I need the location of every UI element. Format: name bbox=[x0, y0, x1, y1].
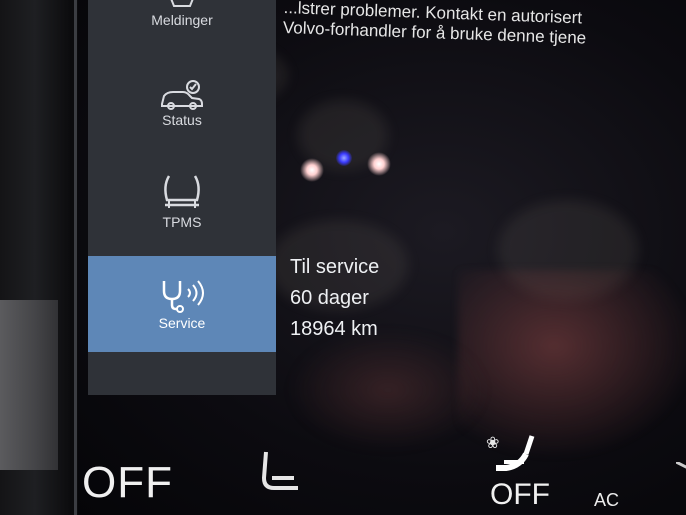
sidebar-item-tpms[interactable]: TPMS bbox=[88, 172, 276, 242]
ac-button[interactable]: AC bbox=[594, 490, 619, 511]
svg-text:❀: ❀ bbox=[486, 433, 499, 452]
messages-icon bbox=[162, 0, 202, 10]
service-distance: 18964 km bbox=[290, 318, 378, 340]
tire-pressure-icon bbox=[159, 172, 205, 212]
hand-reflection bbox=[288, 330, 488, 450]
light-reflection bbox=[336, 150, 352, 166]
sidebar-item-label: Meldinger bbox=[151, 12, 213, 28]
service-wrench-icon bbox=[156, 277, 208, 313]
light-reflection bbox=[300, 158, 324, 182]
bezel-reflection bbox=[0, 300, 58, 470]
infotainment-screen: Meldinger Status TPMS Service ...lstrer … bbox=[78, 0, 686, 515]
sidebar-item-status[interactable]: Status bbox=[88, 80, 276, 140]
climate-left-off-button[interactable]: OFF bbox=[82, 458, 173, 508]
chevron-down-icon[interactable] bbox=[675, 460, 686, 497]
climate-right-off-button[interactable]: OFF bbox=[490, 478, 550, 512]
bezel-edge bbox=[74, 0, 77, 515]
service-title: Til service bbox=[290, 256, 380, 278]
sidebar-item-service[interactable]: Service bbox=[88, 256, 276, 352]
service-days: 60 dager bbox=[290, 287, 369, 309]
car-check-icon bbox=[159, 80, 205, 110]
seat-heat-icon[interactable] bbox=[254, 448, 306, 503]
sidebar-item-meldinger[interactable]: Meldinger bbox=[88, 0, 276, 50]
sidebar-item-label: TPMS bbox=[162, 214, 202, 230]
light-reflection bbox=[367, 152, 391, 176]
service-info: Til service 60 dager 18964 km bbox=[290, 252, 379, 345]
sidebar-item-label: Status bbox=[162, 112, 202, 128]
sidebar: Meldinger Status TPMS Service bbox=[88, 0, 276, 395]
service-notice: ...lstrer problemer. Kontakt en autorise… bbox=[283, 0, 686, 53]
sidebar-item-label: Service bbox=[158, 315, 206, 331]
screen-bezel bbox=[0, 0, 70, 515]
